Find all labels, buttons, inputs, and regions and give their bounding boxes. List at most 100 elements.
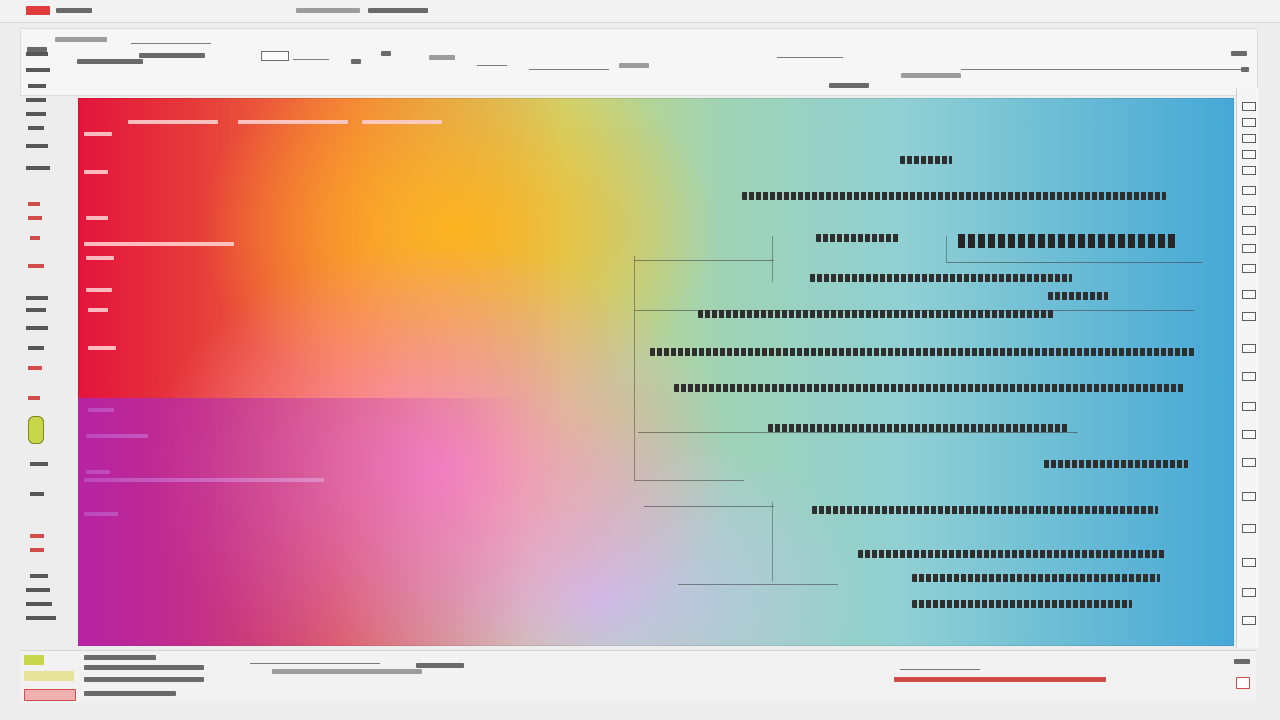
status-color-chip[interactable]: [24, 655, 44, 665]
menu-file[interactable]: [55, 37, 107, 42]
layers-icon[interactable]: [381, 51, 391, 56]
panel-button[interactable]: [1242, 206, 1256, 215]
canvas-marker: [238, 120, 348, 124]
connector-line: [634, 260, 774, 261]
panel-button[interactable]: [1242, 118, 1256, 127]
rail-tool-active[interactable]: [26, 200, 52, 208]
status-text: [84, 665, 204, 670]
panel-button[interactable]: [1242, 344, 1256, 353]
panel-button[interactable]: [1242, 312, 1256, 321]
canvas-marker: [88, 346, 116, 350]
status-progress: [250, 663, 380, 664]
status-color-chip[interactable]: [24, 689, 76, 701]
rail-tool[interactable]: [26, 82, 52, 90]
rail-tool[interactable]: [26, 66, 52, 74]
canvas[interactable]: [78, 98, 1234, 646]
panel-button[interactable]: [1242, 558, 1256, 567]
rail-tool[interactable]: [26, 364, 52, 372]
menu-edit[interactable]: [77, 59, 143, 64]
eraser-icon[interactable]: [26, 490, 52, 498]
toolbar: [20, 28, 1258, 96]
brush-icon[interactable]: [619, 63, 649, 68]
connector-line: [644, 506, 774, 507]
window-tab[interactable]: [368, 8, 428, 13]
text-line: [812, 506, 1158, 514]
rail-tool[interactable]: [26, 324, 52, 332]
settings-icon[interactable]: [1231, 51, 1247, 56]
connector-line: [634, 480, 744, 481]
panel-button[interactable]: [1242, 290, 1256, 299]
zoom-slider[interactable]: [777, 57, 843, 58]
size-slider[interactable]: [293, 59, 329, 60]
status-icon[interactable]: [1234, 659, 1250, 664]
panel-button[interactable]: [1242, 616, 1256, 625]
panel-button[interactable]: [1242, 492, 1256, 501]
opacity-icon[interactable]: [351, 59, 361, 64]
canvas-marker: [86, 216, 108, 220]
panel-button[interactable]: [1242, 150, 1256, 159]
status-text: [84, 691, 176, 696]
rail-tool[interactable]: [26, 614, 56, 622]
text-line: [912, 600, 1132, 608]
size-field[interactable]: [261, 51, 289, 61]
panel-button[interactable]: [1242, 524, 1256, 533]
canvas-marker: [84, 512, 118, 516]
text-line: [742, 192, 1166, 200]
panel-button[interactable]: [1242, 244, 1256, 253]
canvas-marker: [88, 308, 108, 312]
connector-line: [772, 502, 773, 582]
panel-button[interactable]: [1242, 430, 1256, 439]
text-line: [698, 310, 1054, 318]
notification-icon[interactable]: [1236, 677, 1250, 689]
canvas-marker: [86, 256, 114, 260]
connector-line: [678, 584, 838, 585]
rail-tool[interactable]: [26, 586, 52, 594]
panel-button[interactable]: [1242, 102, 1256, 111]
rail-tool[interactable]: [26, 394, 52, 402]
zoom-icon[interactable]: [829, 83, 869, 88]
rail-tool[interactable]: [26, 294, 52, 302]
rail-tool[interactable]: [26, 600, 52, 608]
canvas-marker: [88, 408, 114, 412]
panel-button[interactable]: [1242, 402, 1256, 411]
panel-button[interactable]: [1242, 226, 1256, 235]
tool-options[interactable]: [139, 53, 205, 58]
rail-tool[interactable]: [26, 262, 52, 270]
rail-tool[interactable]: [26, 124, 52, 132]
rail-tool[interactable]: [26, 164, 52, 172]
rail-tool[interactable]: [26, 344, 52, 352]
status-badge: [894, 677, 1106, 682]
color-swatch-icon[interactable]: [28, 416, 44, 444]
panel-button[interactable]: [1242, 166, 1256, 175]
flow-slider[interactable]: [477, 65, 507, 66]
panel-button[interactable]: [1242, 264, 1256, 273]
panel-button[interactable]: [1242, 458, 1256, 467]
panel-button[interactable]: [1242, 588, 1256, 597]
close-icon[interactable]: [1241, 67, 1249, 72]
panel-button[interactable]: [1242, 186, 1256, 195]
status-text: [84, 677, 204, 682]
text-line: [1044, 460, 1188, 468]
status-text: [272, 669, 422, 674]
rail-tool[interactable]: [26, 572, 52, 580]
text-line: [650, 348, 1194, 356]
mode-select[interactable]: [429, 55, 455, 60]
rail-tool[interactable]: [26, 532, 52, 540]
status-color-chip[interactable]: [24, 671, 74, 681]
canvas-marker: [84, 132, 112, 136]
rail-tool[interactable]: [26, 142, 52, 150]
rail-tool[interactable]: [26, 546, 52, 554]
rail-tool[interactable]: [26, 460, 52, 468]
rail-tool[interactable]: [26, 306, 52, 314]
app-logo-icon[interactable]: [26, 6, 50, 15]
canvas-marker: [128, 120, 218, 124]
panel-button[interactable]: [1242, 134, 1256, 143]
panel-button[interactable]: [1242, 372, 1256, 381]
rail-tool[interactable]: [26, 110, 52, 118]
color-swatch-icon[interactable]: [901, 73, 961, 78]
hardness-slider[interactable]: [529, 69, 609, 70]
rail-tool[interactable]: [26, 50, 52, 58]
rail-tool[interactable]: [26, 214, 52, 222]
rail-tool[interactable]: [26, 96, 52, 104]
rail-tool[interactable]: [26, 234, 52, 242]
